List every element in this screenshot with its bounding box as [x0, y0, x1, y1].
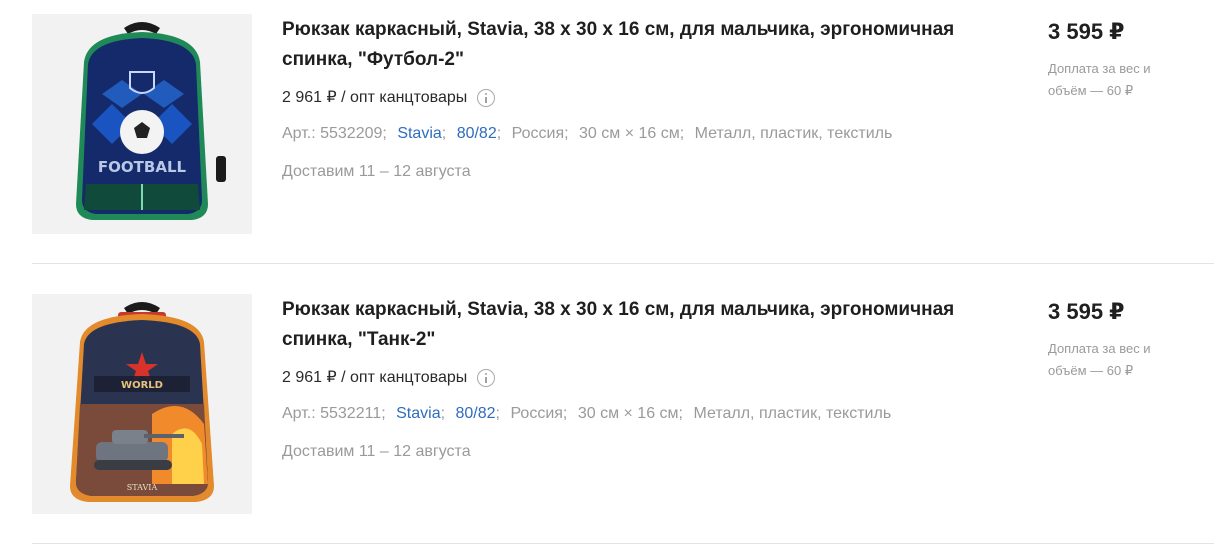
size-link[interactable]: 80/82 [457, 125, 497, 142]
article-number: Арт.: 5532209 [282, 125, 383, 142]
country: Россия [511, 125, 565, 142]
product-properties: Арт.: 5532209; Stavia; 80/82; Россия; 30… [282, 125, 893, 142]
opt-price: 2 961 ₽ / опт канцтовары [282, 366, 496, 390]
backpack-tank-image: WORLD STAVIA [70, 302, 214, 502]
backpack-print-text: FOOTBALL [98, 158, 187, 176]
delivery-info: Доставим 11 – 12 августа [282, 443, 471, 460]
dimensions: 30 см × 16 см [577, 405, 679, 422]
product-properties: Арт.: 5532211; Stavia; 80/82; Россия; 30… [282, 405, 892, 422]
product-title[interactable]: Рюкзак каркасный, Stavia, 38 х 30 х 16 с… [282, 15, 982, 75]
country: Россия [510, 405, 563, 422]
weight-surcharge: Доплата за вес и объём — 60 ₽ [1048, 341, 1151, 378]
materials: Металл, пластик, текстиль [694, 125, 893, 142]
brand-link[interactable]: Stavia [396, 405, 440, 422]
opt-price: 2 961 ₽ / опт канцтовары [282, 86, 496, 110]
backpack-football-image: FOOTBALL [76, 22, 226, 220]
article-number: Арт.: 5532211 [282, 405, 382, 422]
opt-price-text: 2 961 ₽ / опт канцтовары [282, 89, 468, 106]
brand-link[interactable]: Stavia [397, 125, 441, 142]
size-link[interactable]: 80/82 [456, 405, 496, 422]
product-card: FOOTBALL Рюкзак каркасный, Stavia, 38 х … [32, 0, 1214, 250]
product-image[interactable]: WORLD STAVIA [32, 294, 252, 514]
materials: Металл, пластик, текстиль [693, 405, 892, 422]
product-card: WORLD STAVIA Рюкзак каркасный, Stavia, 3… [32, 280, 1214, 530]
divider [32, 263, 1214, 264]
backpack-print-text: STAVIA [127, 483, 158, 492]
dimensions: 30 см × 16 см [579, 125, 680, 142]
svg-text:WORLD: WORLD [121, 380, 163, 391]
product-title[interactable]: Рюкзак каркасный, Stavia, 38 х 30 х 16 с… [282, 295, 982, 355]
product-price: 3 595 ₽ [1048, 19, 1125, 44]
weight-surcharge: Доплата за вес и объём — 60 ₽ [1048, 61, 1151, 98]
delivery-info: Доставим 11 – 12 августа [282, 163, 471, 180]
info-icon[interactable] [477, 369, 496, 387]
product-price: 3 595 ₽ [1048, 299, 1125, 324]
opt-price-text: 2 961 ₽ / опт канцтовары [282, 369, 468, 386]
product-image[interactable]: FOOTBALL [32, 14, 252, 234]
divider [32, 543, 1214, 544]
info-icon[interactable] [477, 89, 496, 107]
